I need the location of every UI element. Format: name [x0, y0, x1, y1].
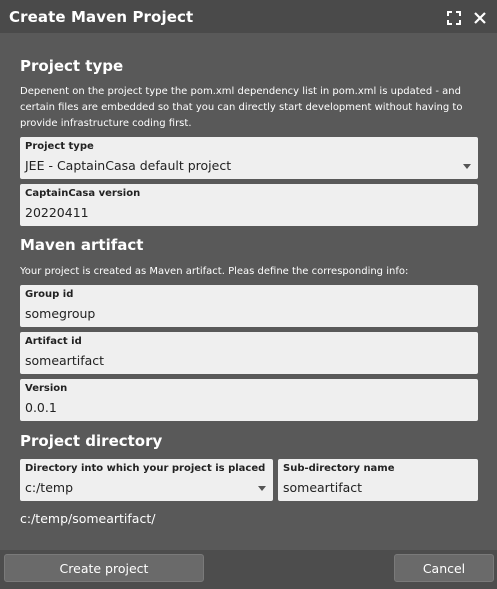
project-type-label: Project type: [25, 141, 94, 152]
close-icon[interactable]: [473, 10, 487, 24]
directory-value: c:/temp: [25, 480, 73, 495]
create-project-button[interactable]: Create project: [4, 554, 204, 582]
chevron-down-icon[interactable]: [463, 164, 471, 169]
subdirectory-label: Sub-directory name: [283, 463, 395, 474]
directory-select[interactable]: Directory into which your project is pla…: [20, 459, 273, 501]
group-id-value: somegroup: [25, 306, 96, 321]
title-bar: Create Maven Project: [0, 0, 497, 33]
window-title: Create Maven Project: [9, 7, 194, 26]
version-field[interactable]: Version 0.0.1: [20, 379, 478, 421]
group-id-label: Group id: [25, 289, 74, 300]
directory-label: Directory into which your project is pla…: [25, 463, 266, 474]
maximize-icon[interactable]: [447, 10, 461, 25]
subdirectory-value: someartifact: [283, 480, 363, 495]
project-type-select[interactable]: Project type JEE - CaptainCasa default p…: [20, 137, 478, 179]
captaincasa-version-label: CaptainCasa version: [25, 188, 141, 199]
maven-artifact-heading: Maven artifact: [20, 236, 144, 254]
artifact-id-value: someartifact: [25, 353, 105, 368]
version-value: 0.0.1: [25, 400, 57, 415]
project-type-description: Depenent on the project type the pom.xml…: [20, 86, 463, 129]
captaincasa-version-field[interactable]: CaptainCasa version 20220411: [20, 184, 478, 226]
project-type-heading: Project type: [20, 57, 124, 75]
subdirectory-field[interactable]: Sub-directory name someartifact: [278, 459, 478, 501]
dialog-content: Project type Depenent on the project typ…: [0, 33, 497, 550]
cancel-button[interactable]: Cancel: [394, 554, 494, 582]
captaincasa-version-value: 20220411: [25, 205, 89, 220]
artifact-id-field[interactable]: Artifact id someartifact: [20, 332, 478, 374]
dialog-footer: Create project Cancel: [0, 550, 497, 589]
group-id-field[interactable]: Group id somegroup: [20, 285, 478, 327]
project-type-value: JEE - CaptainCasa default project: [25, 158, 232, 173]
project-directory-heading: Project directory: [20, 432, 163, 450]
project-path: c:/temp/someartifact/: [20, 511, 156, 526]
chevron-down-icon[interactable]: [258, 486, 266, 491]
artifact-id-label: Artifact id: [25, 336, 82, 347]
maven-artifact-description: Your project is created as Maven artifac…: [20, 266, 409, 277]
version-label: Version: [25, 383, 68, 394]
